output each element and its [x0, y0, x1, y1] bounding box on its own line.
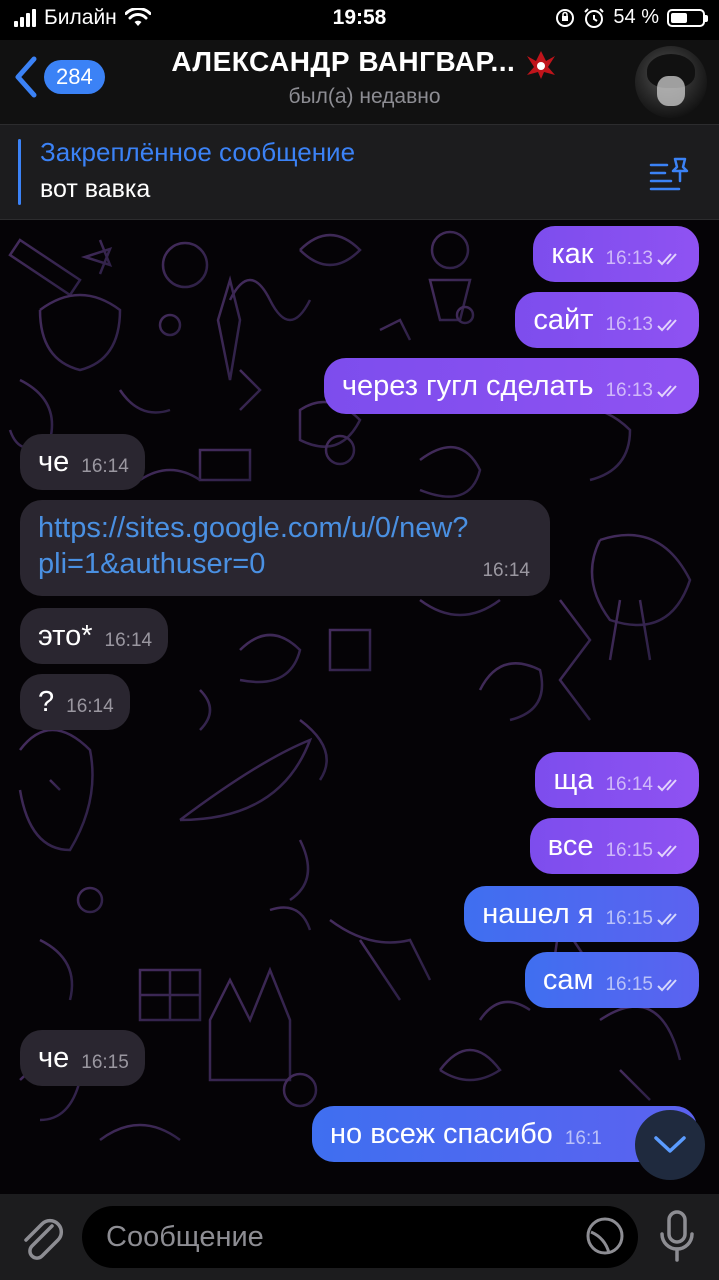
message-time: 16:14 [66, 696, 114, 717]
double-check-icon [657, 845, 677, 858]
message-time: 16:1 [564, 1128, 602, 1149]
message-meta: 16:14 [605, 774, 683, 798]
message-meta: 16:13 [605, 380, 683, 404]
chat-header: 284 АЛЕКСАНДР ВАНГВАР... был(а) недавно [0, 40, 719, 124]
chevron-down-icon [654, 1136, 686, 1153]
message-time: 16:15 [605, 840, 653, 861]
pinned-text: вот вавка [40, 175, 151, 203]
message-time: 16:15 [605, 974, 653, 995]
pinned-list-icon[interactable] [649, 155, 691, 191]
avatar[interactable] [635, 46, 707, 118]
message-text: все [547, 830, 594, 862]
message-text: нашел я [482, 898, 594, 930]
message-bubble-outgoing[interactable]: сам 16:15 [524, 952, 699, 1008]
message-bubble-outgoing[interactable]: сайт 16:13 [515, 292, 699, 348]
message-text: сайт [533, 304, 594, 336]
message-bubble-outgoing[interactable]: нашел я 16:15 [464, 886, 699, 942]
message-text: это* [38, 620, 93, 652]
message-time: 16:14 [81, 456, 129, 477]
message-text: сам [542, 964, 594, 996]
message-bubble-incoming[interactable]: https://sites.google.com/u/0/new? pli=1&… [20, 500, 550, 596]
chat-title-text: АЛЕКСАНДР ВАНГВАР... [171, 46, 516, 77]
message-meta: 16:15 [605, 974, 683, 998]
pinned-indicator [18, 139, 21, 205]
message-text: ? [38, 686, 55, 718]
message-time: 16:15 [81, 1052, 129, 1073]
unread-count-badge: 284 [44, 60, 105, 94]
message-meta: 16:15 [605, 908, 683, 932]
message-time: 16:13 [605, 248, 653, 269]
message-meta: 16:15 [605, 840, 683, 864]
message-link-line2: pli=1&authuser=0 [38, 548, 266, 580]
back-button[interactable]: 284 [14, 56, 105, 98]
double-check-icon [657, 913, 677, 926]
message-input[interactable]: Сообщение [82, 1206, 638, 1268]
double-check-icon [657, 979, 677, 992]
message-meta: 16:13 [605, 248, 683, 272]
message-bubble-outgoing[interactable]: ща 16:14 [535, 752, 699, 808]
alarm-icon [584, 7, 605, 28]
message-bubble-outgoing[interactable]: через гугл сделать 16:13 [323, 358, 699, 414]
avatar-face [657, 76, 685, 106]
composer-bar: Сообщение [0, 1194, 719, 1280]
microphone-icon[interactable] [657, 1208, 697, 1264]
message-time: 16:13 [605, 380, 653, 401]
message-text: че [38, 1042, 70, 1074]
double-check-icon [657, 385, 677, 398]
message-bubble-outgoing[interactable]: как 16:13 [533, 226, 699, 282]
chevron-left-icon [15, 56, 37, 98]
chat-title: АЛЕКСАНДР ВАНГВАР... [150, 46, 579, 81]
message-time: 16:13 [605, 314, 653, 335]
pinned-message-bar[interactable]: Закреплённое сообщение вот вавка [0, 124, 719, 220]
message-time: 16:14 [482, 560, 530, 581]
message-bubble-incoming[interactable]: это* 16:14 [20, 608, 169, 664]
double-check-icon [657, 253, 677, 266]
message-text: но всеж спасибо [330, 1118, 553, 1150]
message-bubble-incoming[interactable]: ? 16:14 [20, 674, 130, 730]
double-check-icon [657, 779, 677, 792]
message-time: 16:14 [104, 630, 153, 651]
message-text: че [38, 446, 70, 478]
message-text: через гугл сделать [341, 370, 594, 402]
message-list[interactable]: как 16:13 сайт 16:13 через гугл сделать … [0, 220, 719, 1200]
message-bubble-incoming[interactable]: че 16:15 [20, 1030, 145, 1086]
rotation-lock-icon [556, 8, 575, 27]
message-bubble-incoming[interactable]: че 16:14 [20, 434, 145, 490]
message-bubble-outgoing[interactable]: все 16:15 [529, 818, 699, 874]
message-link-line1: https://sites.google.com/u/0/new? [38, 512, 469, 544]
battery-percent: 54 % [613, 6, 659, 28]
emoji-status-icon [526, 50, 555, 79]
system-indicators: 54 % [555, 6, 708, 29]
double-check-icon [657, 319, 677, 332]
message-link[interactable]: https://sites.google.com/u/0/new? pli=1&… [38, 510, 532, 582]
scroll-to-bottom-button[interactable] [635, 1110, 705, 1180]
message-text: ща [553, 764, 594, 796]
message-input-placeholder: Сообщение [106, 1220, 264, 1253]
sticker-icon[interactable] [585, 1216, 625, 1256]
message-time: 16:15 [605, 908, 653, 929]
message-text: как [551, 238, 594, 270]
message-meta: 16:13 [605, 314, 683, 338]
pinned-title: Закреплённое сообщение [40, 137, 356, 167]
paperclip-icon[interactable] [18, 1212, 64, 1260]
chat-title-block[interactable]: АЛЕКСАНДР ВАНГВАР... был(а) недавно [150, 46, 579, 109]
message-time: 16:14 [605, 774, 653, 795]
chat-status: был(а) недавно [288, 84, 441, 108]
status-bar: Билайн 19:58 54 % [0, 0, 719, 40]
battery-icon [667, 8, 708, 27]
